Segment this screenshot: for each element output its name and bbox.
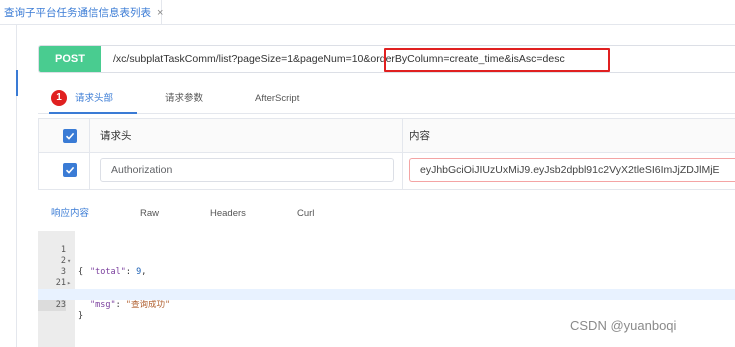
tab-afterscript[interactable]: AfterScript [255,84,299,113]
left-gutter [0,25,17,347]
tab-curl[interactable]: Curl [297,202,314,226]
tab-query-list[interactable]: 查询子平台任务通信信息表列表 × [0,0,163,25]
tab-title: 查询子平台任务通信信息表列表 [4,7,151,19]
headers-table: 请求头 内容 Authorization eyJhbGciOiJIUzUxMiJ… [38,118,735,190]
code-line: 2 "total": 9, [38,245,735,277]
response-tabs: 响应内容 Raw Headers Curl [38,202,735,230]
column-divider [402,119,403,189]
check-icon [65,166,75,174]
api-debug-window: 查询子平台任务通信信息表列表 × POST /xc/subplatTaskCom… [0,0,735,347]
active-tab-indicator [49,112,137,114]
line-number: 23 [38,300,66,311]
close-icon[interactable]: × [157,7,163,19]
url-highlight-box [384,48,610,72]
table-row: Authorization eyJhbGciOiJIUzUxMiJ9.eyJsb… [39,153,735,187]
column-header-value: 内容 [409,130,430,142]
select-all-checkbox[interactable] [63,129,77,143]
tab-response-body[interactable]: 响应内容 [51,202,89,226]
json-sep: : [115,300,126,310]
code-text: } [78,311,84,321]
tab-headers[interactable]: Headers [210,202,246,226]
header-value-input[interactable]: eyJhbGciOiJIUzUxMiJ9.eyJsb2dpbl91c2VyX2t… [409,158,735,182]
watermark: CSDN @yuanboqi [570,318,677,333]
json-value: "查询成功" [125,300,171,310]
check-icon [65,132,75,140]
code-line-current: 23 } [38,289,735,321]
row-checkbox[interactable] [63,163,77,177]
url-base: /xc/subplatTaskComm/list?pageSize=1&page… [113,53,371,65]
code-line: 22 "msg": "查询成功" [38,278,735,310]
request-tabs: 1 请求头部 请求参数 AfterScript [38,84,735,114]
error-badge: 1 [51,90,67,106]
tab-raw[interactable]: Raw [140,202,159,226]
tab-label: 请求头部 [75,93,114,104]
tab-request-headers[interactable]: 1 请求头部 [38,84,128,113]
method-button[interactable]: POST [39,46,101,72]
gutter-active-marker [16,70,18,96]
code-line: 1 ▾ { [38,234,735,277]
code-line: 21 "code": 200, [38,267,735,299]
json-key: "msg" [90,300,116,310]
column-divider [89,119,90,189]
header-name-input[interactable]: Authorization [100,158,394,182]
tab-bar: 查询子平台任务通信信息表列表 × [0,0,735,25]
column-header-name: 请求头 [100,130,132,142]
code-line: 3 ▸ "records": [↔], [38,256,735,299]
code-text: "msg": "查询成功" [90,300,170,311]
tab-request-params[interactable]: 请求参数 [165,84,203,113]
table-header-row: 请求头 内容 [39,119,735,153]
